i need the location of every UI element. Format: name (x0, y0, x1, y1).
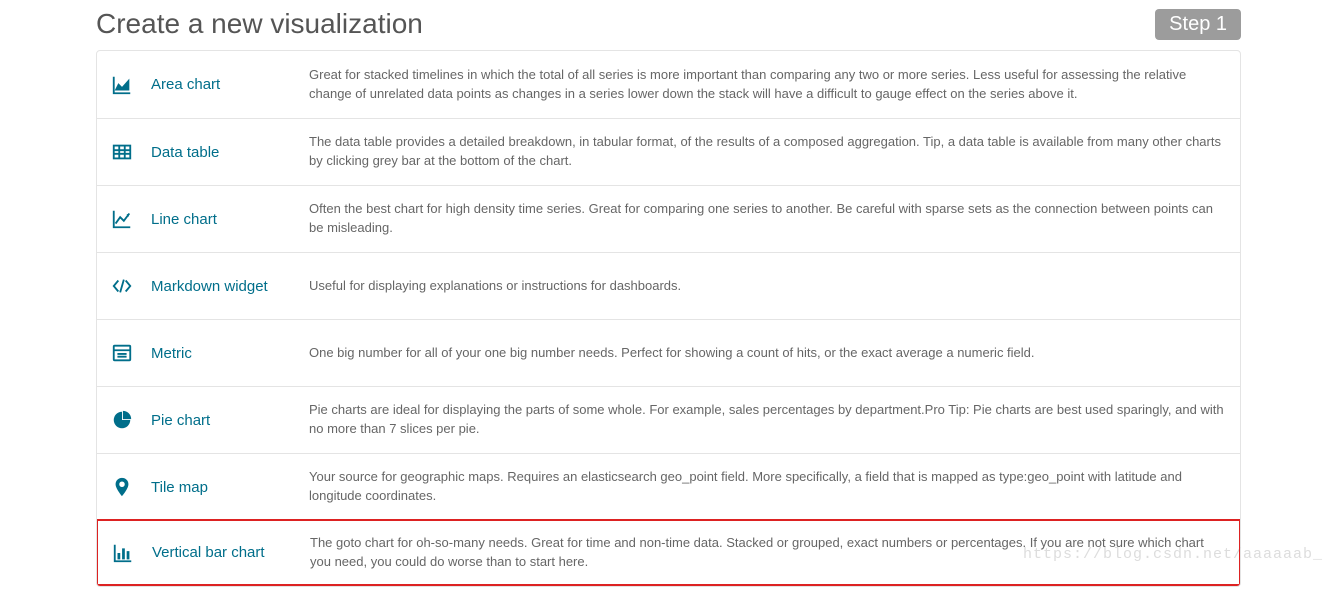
vis-option-label: Metric (151, 345, 309, 362)
vis-option-description: Useful for displaying explanations or in… (309, 277, 1226, 296)
vis-option-label: Area chart (151, 76, 309, 93)
vis-option-description: Great for stacked timelines in which the… (309, 66, 1226, 104)
vis-option-label: Vertical bar chart (152, 544, 310, 561)
page-header: Create a new visualization Step 1 (96, 8, 1241, 40)
vis-option-description: Your source for geographic maps. Require… (309, 468, 1226, 506)
vis-option-data-table[interactable]: Data table The data table provides a det… (97, 118, 1240, 185)
vis-option-vertical-bar-chart[interactable]: Vertical bar chart The goto chart for oh… (96, 519, 1241, 586)
vis-option-markdown[interactable]: Markdown widget Useful for displaying ex… (97, 252, 1240, 319)
vis-option-description: Pie charts are ideal for displaying the … (309, 401, 1226, 439)
vis-option-description: The data table provides a detailed break… (309, 133, 1226, 171)
line-chart-icon (111, 208, 151, 230)
map-marker-icon (111, 476, 151, 498)
area-chart-icon (111, 74, 151, 96)
vis-option-label: Line chart (151, 211, 309, 228)
vis-option-label: Markdown widget (151, 278, 309, 295)
vis-option-description: The goto chart for oh-so-many needs. Gre… (310, 534, 1225, 572)
page-title: Create a new visualization (96, 8, 423, 40)
vis-option-description: Often the best chart for high density ti… (309, 200, 1226, 238)
data-table-icon (111, 141, 151, 163)
vis-option-label: Data table (151, 144, 309, 161)
vis-option-area-chart[interactable]: Area chart Great for stacked timelines i… (97, 51, 1240, 118)
vis-option-description: One big number for all of your one big n… (309, 344, 1226, 363)
vis-option-label: Pie chart (151, 412, 309, 429)
pie-chart-icon (111, 409, 151, 431)
visualization-type-list: Area chart Great for stacked timelines i… (96, 50, 1241, 587)
vis-option-pie-chart[interactable]: Pie chart Pie charts are ideal for displ… (97, 386, 1240, 453)
step-badge: Step 1 (1155, 9, 1241, 40)
vis-option-label: Tile map (151, 479, 309, 496)
markdown-icon (111, 275, 151, 297)
vis-option-line-chart[interactable]: Line chart Often the best chart for high… (97, 185, 1240, 252)
vis-option-metric[interactable]: Metric One big number for all of your on… (97, 319, 1240, 386)
metric-icon (111, 342, 151, 364)
bar-chart-icon (112, 542, 152, 564)
vis-option-tile-map[interactable]: Tile map Your source for geographic maps… (97, 453, 1240, 520)
